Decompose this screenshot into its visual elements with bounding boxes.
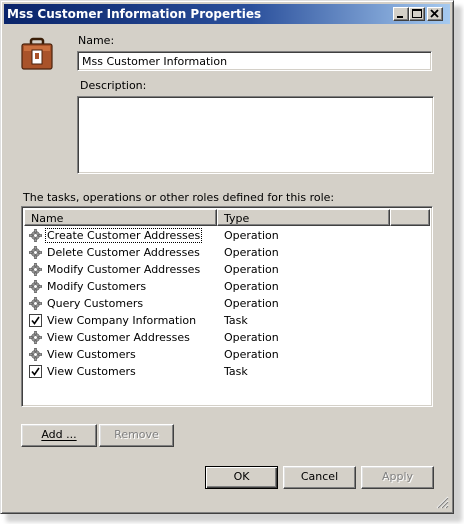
list-item[interactable]: View Company Information Task: [26, 312, 426, 329]
list-item-type: Operation: [224, 246, 279, 259]
name-field-value: Mss Customer Information: [82, 55, 228, 68]
minimize-button[interactable]: [393, 7, 409, 21]
description-field[interactable]: [77, 96, 434, 174]
list-item-name: View Customers: [47, 365, 136, 378]
gear-icon: [29, 297, 42, 310]
gear-icon: [29, 280, 42, 293]
column-header-blank[interactable]: [390, 209, 430, 226]
gear-icon: [29, 348, 42, 361]
list-item[interactable]: Create Customer Addresses Operation: [26, 227, 426, 244]
minimize-icon: [397, 16, 403, 18]
list-item-type: Operation: [224, 263, 279, 276]
gear-icon: [29, 331, 42, 344]
list-item[interactable]: Modify Customer Addresses Operation: [26, 261, 426, 278]
list-item-name: View Customer Addresses: [47, 331, 190, 344]
role-definitions-list[interactable]: Name Type Create Customer Addresses Opera…: [21, 206, 433, 407]
list-item-name: View Company Information: [47, 314, 197, 327]
list-item[interactable]: View Customer Addresses Operation: [26, 329, 426, 346]
list-caption: The tasks, operations or other roles def…: [23, 191, 335, 204]
list-item-type: Task: [224, 365, 248, 378]
apply-button[interactable]: Apply: [361, 466, 434, 489]
list-item-name: View Customers: [47, 348, 136, 361]
title-bar[interactable]: Mss Customer Information Properties: [4, 4, 450, 24]
task-checkbox-icon: [29, 314, 42, 327]
name-field[interactable]: Mss Customer Information: [77, 51, 432, 71]
list-item-type: Task: [224, 314, 248, 327]
ok-button[interactable]: OK: [205, 466, 278, 489]
cancel-button[interactable]: Cancel: [283, 466, 356, 489]
gear-icon: [29, 246, 42, 259]
column-header-type[interactable]: Type: [217, 209, 390, 226]
list-item-type: Operation: [224, 331, 279, 344]
name-label: Name:: [78, 34, 115, 47]
list-item[interactable]: Modify Customers Operation: [26, 278, 426, 295]
list-item[interactable]: Query Customers Operation: [26, 295, 426, 312]
task-checkbox-icon: [29, 365, 42, 378]
list-item-type: Operation: [224, 297, 279, 310]
list-item-name: Modify Customer Addresses: [47, 263, 201, 276]
list-item-name: Modify Customers: [47, 280, 147, 293]
list-item-type: Operation: [224, 229, 279, 242]
description-label: Description:: [80, 79, 147, 92]
window-title: Mss Customer Information Properties: [7, 7, 262, 21]
maximize-button[interactable]: [409, 7, 425, 21]
list-item-name: Query Customers: [47, 297, 144, 310]
column-header-name[interactable]: Name: [24, 209, 217, 226]
close-button[interactable]: [427, 7, 443, 21]
list-item-type: Operation: [224, 280, 279, 293]
toolbox-icon: [21, 37, 53, 70]
list-item-type: Operation: [224, 348, 279, 361]
list-item[interactable]: Delete Customer Addresses Operation: [26, 244, 426, 261]
list-item-name: Delete Customer Addresses: [47, 246, 200, 259]
add-button[interactable]: Add ...: [21, 424, 97, 447]
gear-icon: [29, 263, 42, 276]
close-icon: [430, 9, 439, 18]
gear-icon: [29, 229, 42, 242]
remove-button[interactable]: Remove: [99, 424, 174, 447]
list-item[interactable]: View Customers Task: [26, 363, 426, 380]
list-item[interactable]: View Customers Operation: [26, 346, 426, 363]
maximize-icon: [412, 9, 422, 18]
properties-dialog: Mss Customer Information Properties Name…: [0, 0, 454, 514]
resize-grip-icon[interactable]: [436, 496, 449, 509]
list-item-name: Create Customer Addresses: [44, 228, 203, 243]
